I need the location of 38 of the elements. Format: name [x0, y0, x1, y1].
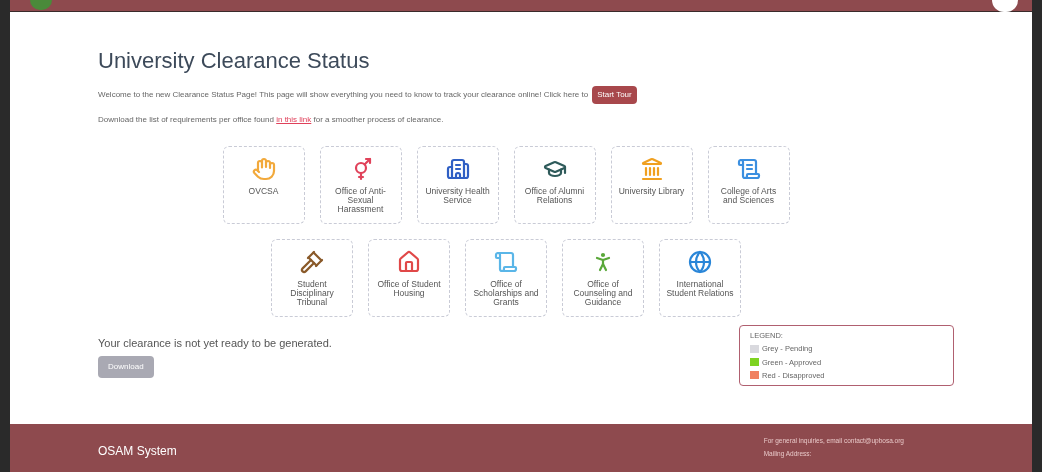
footer-brand: OSAM System — [98, 443, 177, 460]
start-tour-button[interactable]: Start Tour — [592, 86, 637, 104]
avatar-icon[interactable] — [992, 0, 1018, 12]
landmark-icon — [639, 157, 664, 181]
building-icon — [445, 157, 470, 181]
office-name: Office of Student Housing — [376, 280, 442, 298]
office-name: Office of Scholarships and Grants — [472, 280, 540, 307]
office-name: University Health Service — [424, 187, 491, 205]
download-note: Download the list of requirements per office found in this link for a smoother process of clearance. — [98, 114, 445, 126]
office-card[interactable]: Office of Scholarships and Grants — [465, 239, 547, 317]
office-name: OVCSA — [247, 187, 280, 196]
office-card[interactable]: University Library — [610, 146, 693, 224]
office-card[interactable]: International Student Relations — [659, 239, 741, 317]
office-card[interactable]: Office of Anti-Sexual Harassment — [319, 146, 402, 224]
house-icon — [397, 250, 421, 274]
office-name: Office of Alumni Relations — [523, 187, 586, 205]
office-name: University Library — [617, 187, 686, 196]
office-card[interactable]: OVCSA — [222, 146, 305, 224]
hand-icon — [251, 157, 276, 181]
globe-icon — [688, 250, 712, 274]
office-name: Student Disciplinary Tribunal — [289, 280, 335, 307]
office-card[interactable]: College of Arts and Sciences — [707, 146, 790, 224]
intro-text: Welcome to the new Clearance Status Page! This page will show everything you need to know to track your clearance online! Click here to — [98, 89, 589, 101]
document-icon — [736, 157, 761, 181]
requirements-link[interactable]: in this link — [276, 115, 312, 124]
scroll-icon — [494, 250, 518, 274]
page-title: University Clearance Status — [98, 50, 371, 72]
office-card[interactable]: Office of Counseling and Guidance — [562, 239, 644, 317]
office-card[interactable]: University Health Service — [416, 146, 499, 224]
office-card[interactable]: Office of Student Housing — [368, 239, 450, 317]
clearance-message: Your clearance is not yet ready to be generated. — [98, 336, 332, 351]
office-name: Office of Anti-Sexual Harassment — [334, 187, 387, 214]
gavel-icon — [300, 250, 324, 274]
office-card[interactable]: Office of Alumni Relations — [513, 146, 596, 224]
office-name: College of Arts and Sciences — [719, 187, 778, 205]
office-name: International Student Relations — [665, 280, 735, 298]
office-name: Office of Counseling and Guidance — [572, 280, 634, 307]
office-card[interactable]: Student Disciplinary Tribunal — [271, 239, 353, 317]
